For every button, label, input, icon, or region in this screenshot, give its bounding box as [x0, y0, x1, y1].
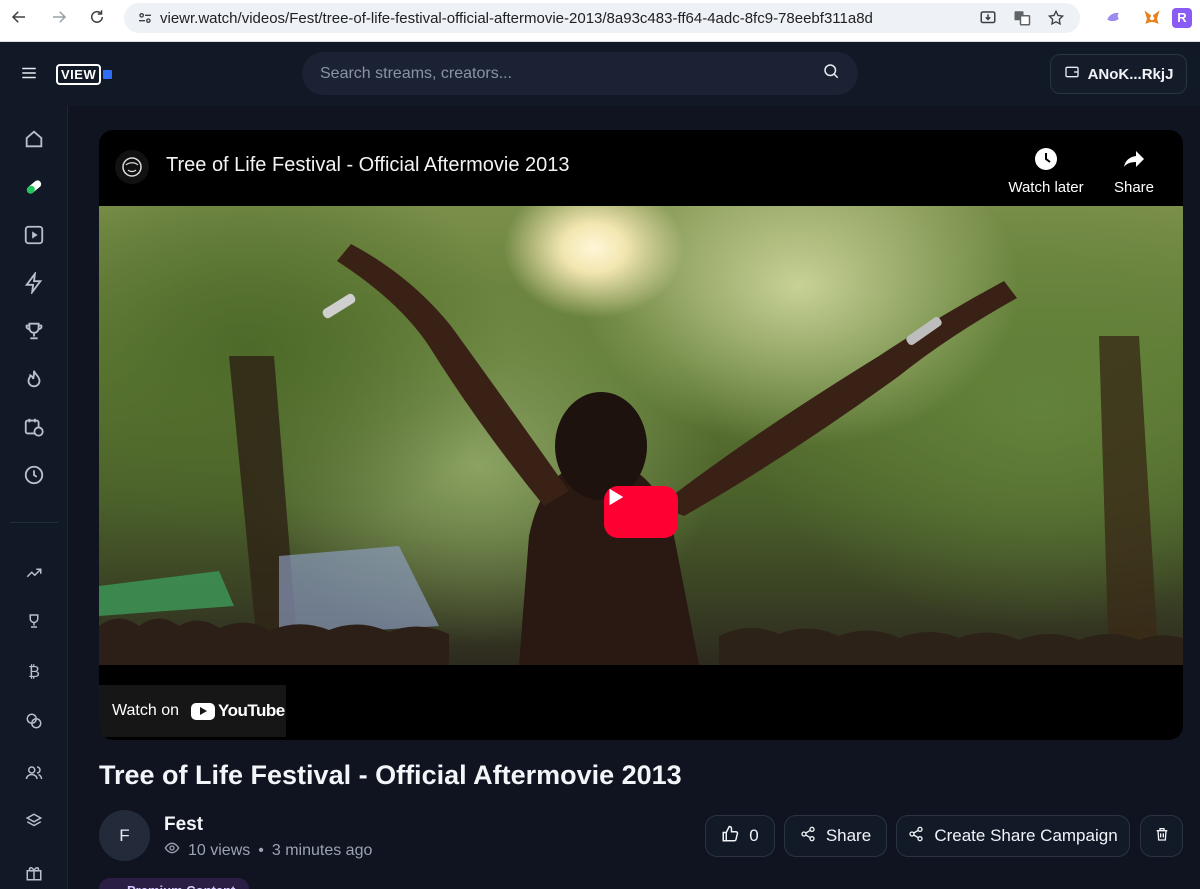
logo-badge — [103, 69, 113, 79]
view-count: 10 views — [188, 841, 251, 859]
fire-icon[interactable] — [18, 363, 50, 395]
search-bar — [302, 52, 858, 95]
site-settings-icon[interactable] — [130, 10, 160, 26]
play-triangle-icon — [609, 488, 624, 506]
share-button[interactable]: Share — [784, 815, 887, 857]
sidebar-divider — [10, 522, 58, 523]
users-icon[interactable] — [18, 757, 50, 789]
back-icon[interactable] — [0, 0, 38, 34]
video-player[interactable]: Tree of Life Festival - Official Aftermo… — [99, 130, 1183, 740]
install-icon[interactable] — [976, 6, 1000, 30]
delete-button[interactable] — [1140, 815, 1183, 857]
premium-content-badge: Premium Content — [99, 878, 249, 889]
lightning-icon[interactable] — [18, 267, 50, 299]
translate-icon[interactable] — [1010, 6, 1034, 30]
clock-icon — [1001, 145, 1091, 173]
calendar-clock-icon[interactable] — [18, 411, 50, 443]
youtube-wordmark: YouTube — [218, 701, 285, 720]
player-header: Tree of Life Festival - Official Aftermo… — [99, 130, 1183, 206]
player-share-label: Share — [1113, 179, 1155, 196]
url-text[interactable]: viewr.watch/videos/Fest/tree-of-life-fes… — [160, 10, 873, 27]
pill-icon[interactable] — [18, 171, 50, 203]
share-icon — [800, 826, 816, 847]
menu-icon[interactable] — [20, 64, 40, 84]
bitcoin-icon[interactable]: ₿ — [18, 657, 50, 689]
app-header: VIEW ANoK...RkjJ — [0, 42, 1200, 106]
channel-logo[interactable] — [115, 150, 149, 184]
play-button[interactable] — [604, 486, 678, 538]
wallet-button[interactable]: ANoK...RkjJ — [1050, 54, 1187, 94]
trophy-small-icon[interactable] — [18, 605, 50, 637]
watch-later-button[interactable]: Watch later — [1001, 145, 1091, 196]
watch-on-label: Watch on — [112, 702, 179, 719]
creator-name[interactable]: Fest — [164, 814, 203, 836]
meta-separator: • — [258, 841, 264, 859]
thumbnail-scene — [99, 244, 1183, 665]
like-count: 0 — [749, 826, 759, 845]
extension-icon[interactable] — [1101, 5, 1127, 31]
app-logo[interactable]: VIEW — [56, 60, 113, 88]
create-share-campaign-button[interactable]: Create Share Campaign — [896, 815, 1130, 857]
layers-icon[interactable] — [18, 805, 50, 837]
wallet-address: ANoK...RkjJ — [1087, 65, 1174, 83]
trophy-icon[interactable] — [18, 315, 50, 347]
trending-icon[interactable] — [18, 557, 50, 589]
address-bar[interactable]: viewr.watch/videos/Fest/tree-of-life-fes… — [124, 3, 1080, 33]
home-icon[interactable] — [18, 123, 50, 155]
like-button[interactable]: 0 — [705, 815, 775, 857]
browser-toolbar: viewr.watch/videos/Fest/tree-of-life-fes… — [0, 0, 1200, 42]
youtube-logo: YouTube — [191, 701, 285, 721]
player-title[interactable]: Tree of Life Festival - Official Aftermo… — [166, 154, 570, 177]
logo-text: VIEW — [56, 63, 102, 85]
share-label: Share — [825, 826, 872, 845]
posted-time: 3 minutes ago — [271, 841, 373, 859]
play-icon[interactable] — [18, 219, 50, 251]
creator-avatar[interactable]: F — [99, 810, 150, 861]
search-input[interactable] — [320, 64, 822, 83]
extension-r-icon[interactable]: R — [1169, 5, 1195, 31]
bookmark-star-icon[interactable] — [1044, 6, 1068, 30]
video-meta: 10 views • 3 minutes ago — [164, 840, 372, 861]
avatar-initial: F — [119, 825, 130, 845]
search-icon[interactable] — [822, 62, 840, 85]
player-share-button[interactable]: Share — [1089, 145, 1179, 196]
forward-icon[interactable] — [40, 0, 78, 34]
coins-icon[interactable] — [18, 705, 50, 737]
reload-icon[interactable] — [78, 0, 116, 34]
video-title: Tree of Life Festival - Official Aftermo… — [99, 760, 682, 790]
campaign-label: Create Share Campaign — [934, 826, 1118, 845]
gift-icon[interactable] — [18, 857, 50, 889]
wallet-icon — [1064, 64, 1080, 84]
watch-later-label: Watch later — [1008, 179, 1084, 196]
share-arrow-icon — [1089, 145, 1179, 173]
youtube-play-icon — [191, 702, 215, 720]
metamask-fox-icon[interactable] — [1139, 5, 1165, 31]
thumbs-up-icon — [721, 825, 739, 848]
share-icon — [908, 826, 924, 847]
trash-icon — [1154, 826, 1170, 847]
video-thumbnail[interactable] — [99, 206, 1183, 665]
watch-on-youtube-button[interactable]: Watch on YouTube — [99, 685, 286, 737]
sidebar: ₿ — [0, 106, 68, 889]
eye-icon — [164, 840, 180, 861]
clock-icon[interactable] — [18, 459, 50, 491]
